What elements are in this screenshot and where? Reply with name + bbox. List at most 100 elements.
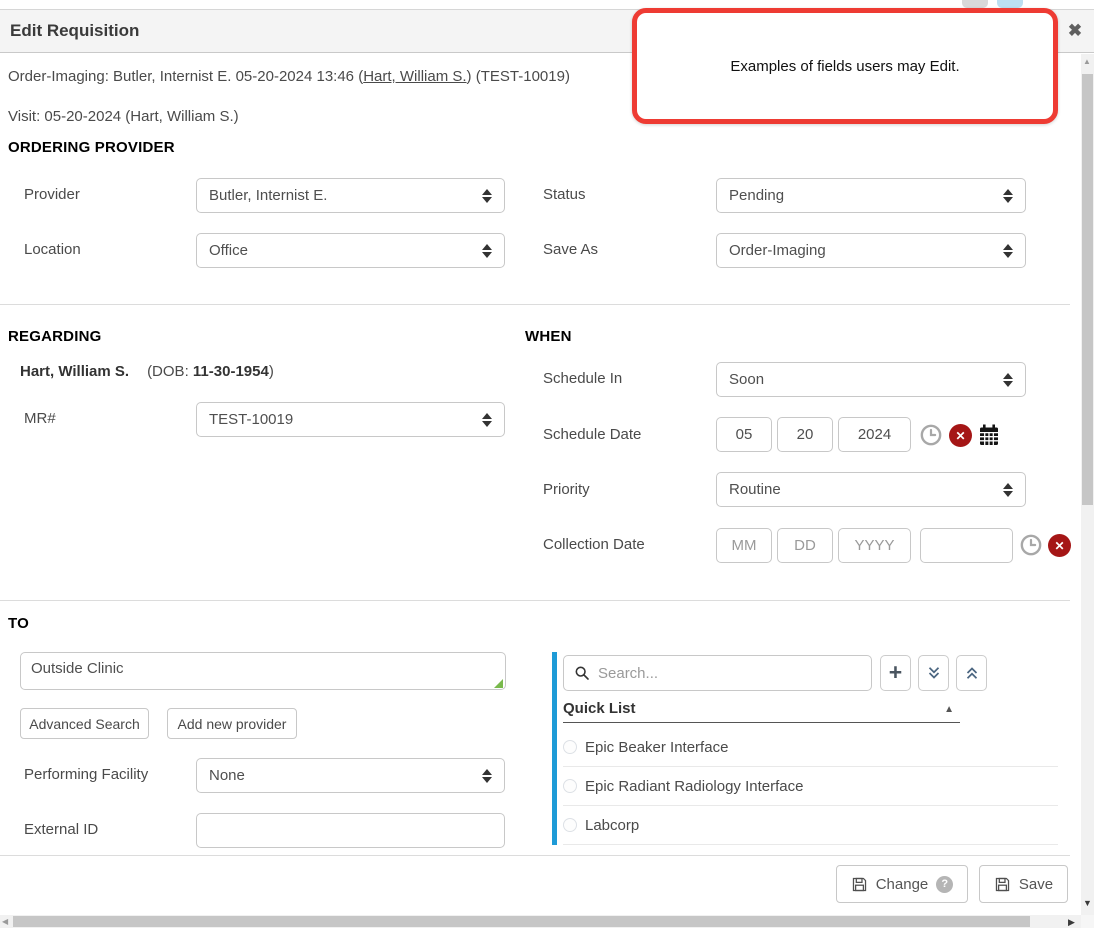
performing-facility-select[interactable]: None xyxy=(196,758,505,793)
clock-icon[interactable] xyxy=(920,424,942,451)
save-as-select[interactable]: Order-Imaging xyxy=(716,233,1026,268)
patient-name: Hart, William S. xyxy=(20,363,129,380)
provider-label: Provider xyxy=(24,186,80,203)
save-label: Save xyxy=(1019,876,1053,893)
order-summary-mid: ) ( xyxy=(467,68,481,85)
change-button[interactable]: Change ? xyxy=(836,865,968,903)
to-heading: TO xyxy=(8,615,29,632)
add-new-provider-label: Add new provider xyxy=(178,716,287,732)
search-icon xyxy=(574,665,590,681)
change-label: Change xyxy=(876,876,929,893)
radio-icon[interactable] xyxy=(563,740,577,754)
quick-list-item-label: Labcorp xyxy=(585,817,639,834)
search-input[interactable] xyxy=(598,656,871,690)
regarding-heading: REGARDING xyxy=(8,328,101,345)
clear-date-icon[interactable]: ✕ xyxy=(1048,534,1071,557)
external-id-input[interactable] xyxy=(196,813,505,848)
horizontal-scrollbar-thumb[interactable] xyxy=(13,916,1030,927)
save-as-value: Order-Imaging xyxy=(729,242,826,259)
clear-date-icon[interactable]: ✕ xyxy=(949,424,972,447)
save-as-label: Save As xyxy=(543,241,598,258)
clock-icon[interactable] xyxy=(1020,534,1042,561)
help-icon[interactable]: ? xyxy=(936,876,953,893)
select-caret-icon xyxy=(1003,483,1013,497)
advanced-search-button[interactable]: Advanced Search xyxy=(20,708,149,739)
schedule-in-select[interactable]: Soon xyxy=(716,362,1026,397)
status-label: Status xyxy=(543,186,586,203)
priority-select[interactable]: Routine xyxy=(716,472,1026,507)
mr-label: MR# xyxy=(24,410,56,427)
schedule-date-label: Schedule Date xyxy=(543,426,641,443)
select-caret-icon xyxy=(482,189,492,203)
radio-icon[interactable] xyxy=(563,779,577,793)
vertical-scrollbar-thumb[interactable] xyxy=(1082,74,1093,505)
add-button[interactable]: + xyxy=(880,655,911,691)
add-new-provider-button[interactable]: Add new provider xyxy=(167,708,297,739)
double-chevron-down-icon xyxy=(925,664,943,682)
ordering-provider-heading: ORDERING PROVIDER xyxy=(8,139,175,156)
advanced-search-label: Advanced Search xyxy=(29,716,140,732)
location-value: Office xyxy=(209,242,248,259)
quick-list-item[interactable]: Labcorp xyxy=(563,806,1058,845)
dob-prefix: (DOB: xyxy=(147,363,193,380)
priority-label: Priority xyxy=(543,481,590,498)
scrollbar-corner xyxy=(1081,915,1094,928)
recipient-textarea[interactable]: Outside Clinic xyxy=(20,652,506,690)
section-divider xyxy=(0,304,1070,305)
quick-list-header[interactable]: Quick List ▲ xyxy=(563,700,960,723)
edit-requisition-dialog: Edit Requisition ✖ Examples of fields us… xyxy=(0,0,1094,928)
footer-divider xyxy=(0,855,1070,856)
mr-select[interactable]: TEST-10019 xyxy=(196,402,505,437)
quick-list-item-label: Epic Beaker Interface xyxy=(585,739,728,756)
select-caret-icon xyxy=(482,413,492,427)
collapse-triangle-icon[interactable]: ▲ xyxy=(944,704,954,715)
section-divider xyxy=(0,600,1070,601)
radio-icon[interactable] xyxy=(563,818,577,832)
dob-value: 11-30-1954 xyxy=(193,363,269,380)
select-caret-icon xyxy=(1003,373,1013,387)
collection-month-input[interactable] xyxy=(716,528,772,563)
provider-select[interactable]: Butler, Internist E. xyxy=(196,178,505,213)
scroll-left-icon[interactable]: ◀ xyxy=(2,918,8,926)
resize-handle[interactable] xyxy=(494,679,503,688)
scroll-up-icon[interactable]: ▲ xyxy=(1083,58,1091,66)
schedule-year-input[interactable] xyxy=(838,417,911,452)
collection-date-label: Collection Date xyxy=(543,536,645,553)
schedule-month-input[interactable] xyxy=(716,417,772,452)
order-summary-suffix: ) xyxy=(565,68,570,85)
save-disk-icon xyxy=(851,876,868,893)
collection-day-input[interactable] xyxy=(777,528,833,563)
quick-list-item-label: Epic Radiant Radiology Interface xyxy=(585,778,803,795)
quick-list-item[interactable]: Epic Radiant Radiology Interface xyxy=(563,767,1058,806)
order-summary-line: Order-Imaging: Butler, Internist E. 05-2… xyxy=(8,68,570,85)
scroll-right-icon[interactable]: ▶ xyxy=(1068,918,1075,927)
close-icon[interactable]: ✖ xyxy=(1062,21,1088,41)
status-select[interactable]: Pending xyxy=(716,178,1026,213)
status-value: Pending xyxy=(729,187,784,204)
save-button[interactable]: Save xyxy=(979,865,1068,903)
performing-facility-label: Performing Facility xyxy=(24,766,148,783)
schedule-day-input[interactable] xyxy=(777,417,833,452)
collection-time-input[interactable] xyxy=(920,528,1013,563)
calendar-icon[interactable] xyxy=(977,423,1001,452)
patient-link[interactable]: Hart, William S. xyxy=(363,68,466,85)
location-select[interactable]: Office xyxy=(196,233,505,268)
location-label: Location xyxy=(24,241,81,258)
expand-all-button[interactable] xyxy=(918,655,949,691)
when-heading: WHEN xyxy=(525,328,572,345)
quick-list-title: Quick List xyxy=(563,700,636,717)
collapse-all-button[interactable] xyxy=(956,655,987,691)
annotation-callout: Examples of fields users may Edit. xyxy=(632,8,1058,124)
quick-list-item[interactable]: Epic Beaker Interface xyxy=(563,728,1058,767)
schedule-in-value: Soon xyxy=(729,371,764,388)
patient-dob-line: Hart, William S.(DOB: 11-30-1954) xyxy=(20,363,274,380)
order-summary-prefix: Order-Imaging: Butler, Internist E. 05-2… xyxy=(8,68,363,85)
priority-value: Routine xyxy=(729,481,781,498)
visit-line: Visit: 05-20-2024 (Hart, William S.) xyxy=(8,108,239,125)
annotation-text: Examples of fields users may Edit. xyxy=(730,58,959,75)
schedule-in-label: Schedule In xyxy=(543,370,622,387)
scroll-down-icon[interactable]: ▼ xyxy=(1083,899,1092,908)
panel-accent-bar xyxy=(552,652,557,845)
select-caret-icon xyxy=(482,244,492,258)
collection-year-input[interactable] xyxy=(838,528,911,563)
